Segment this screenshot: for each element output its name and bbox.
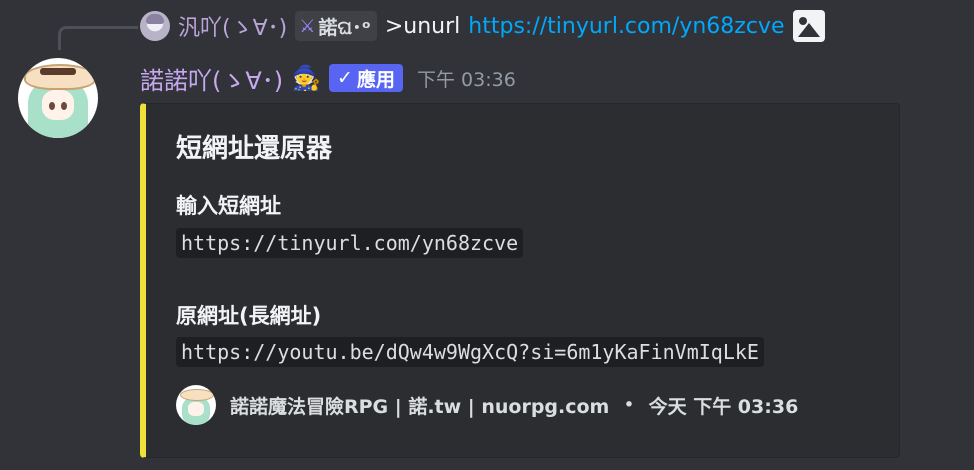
checkmark-icon: ✓ xyxy=(337,67,353,89)
reply-preview[interactable]: 汎吖(ゝ∀･) ⚔ 諾ଘ･ᵒ >unurl https://tinyurl.co… xyxy=(140,8,825,44)
message-timestamp[interactable]: 下午 03:36 xyxy=(417,65,516,92)
footer-time: 今天 下午 03:36 xyxy=(648,395,799,418)
footer-separator: • xyxy=(623,394,635,416)
footer-text: 諾諾魔法冒險RPG | 諾.tw | nuorpg.com xyxy=(230,395,610,418)
wizard-hat-icon: 🧙 xyxy=(291,64,322,92)
app-badge-label: 應用 xyxy=(356,68,395,91)
image-icon[interactable] xyxy=(792,10,825,42)
bot-avatar[interactable] xyxy=(18,58,98,138)
bot-username[interactable]: 諾諾吖(ゝ∀･) xyxy=(140,61,283,96)
app-badge: ✓ 應用 xyxy=(329,64,403,92)
avatar-hat-band xyxy=(40,68,76,75)
avatar-face xyxy=(42,90,74,120)
reply-avatar[interactable] xyxy=(140,11,170,41)
footer-avatar xyxy=(176,385,216,425)
reply-link[interactable]: https://tinyurl.com/yn68zcve xyxy=(468,14,784,39)
reply-username[interactable]: 汎吖(ゝ∀･) xyxy=(178,10,287,42)
field-original-value: https://youtu.be/dQw4w9WgXcQ?si=6m1yKaFi… xyxy=(176,337,764,367)
embed-card: 短網址還原器 輸入短網址 https://tinyurl.com/yn68zcv… xyxy=(140,103,900,458)
field-original-label: 原網址(長網址) xyxy=(176,304,322,328)
avatar-eye-left xyxy=(49,102,55,110)
embed-title: 短網址還原器 xyxy=(176,134,333,164)
message-header: 諾諾吖(ゝ∀･) 🧙 ✓ 應用 下午 03:36 xyxy=(140,58,516,98)
field-input-label: 輸入短網址 xyxy=(176,194,281,218)
reply-command: >unurl xyxy=(384,13,461,39)
server-tag-label: 諾ଘ･ᵒ xyxy=(318,16,371,39)
avatar-eye-right xyxy=(61,102,67,110)
server-tag[interactable]: ⚔ 諾ଘ･ᵒ xyxy=(295,11,377,41)
sword-icon: ⚔ xyxy=(299,15,316,37)
reply-connector xyxy=(58,26,138,50)
field-input-value: https://tinyurl.com/yn68zcve xyxy=(176,228,524,258)
embed-footer: 諾諾魔法冒險RPG | 諾.tw | nuorpg.com • 今天 下午 03… xyxy=(176,384,798,426)
